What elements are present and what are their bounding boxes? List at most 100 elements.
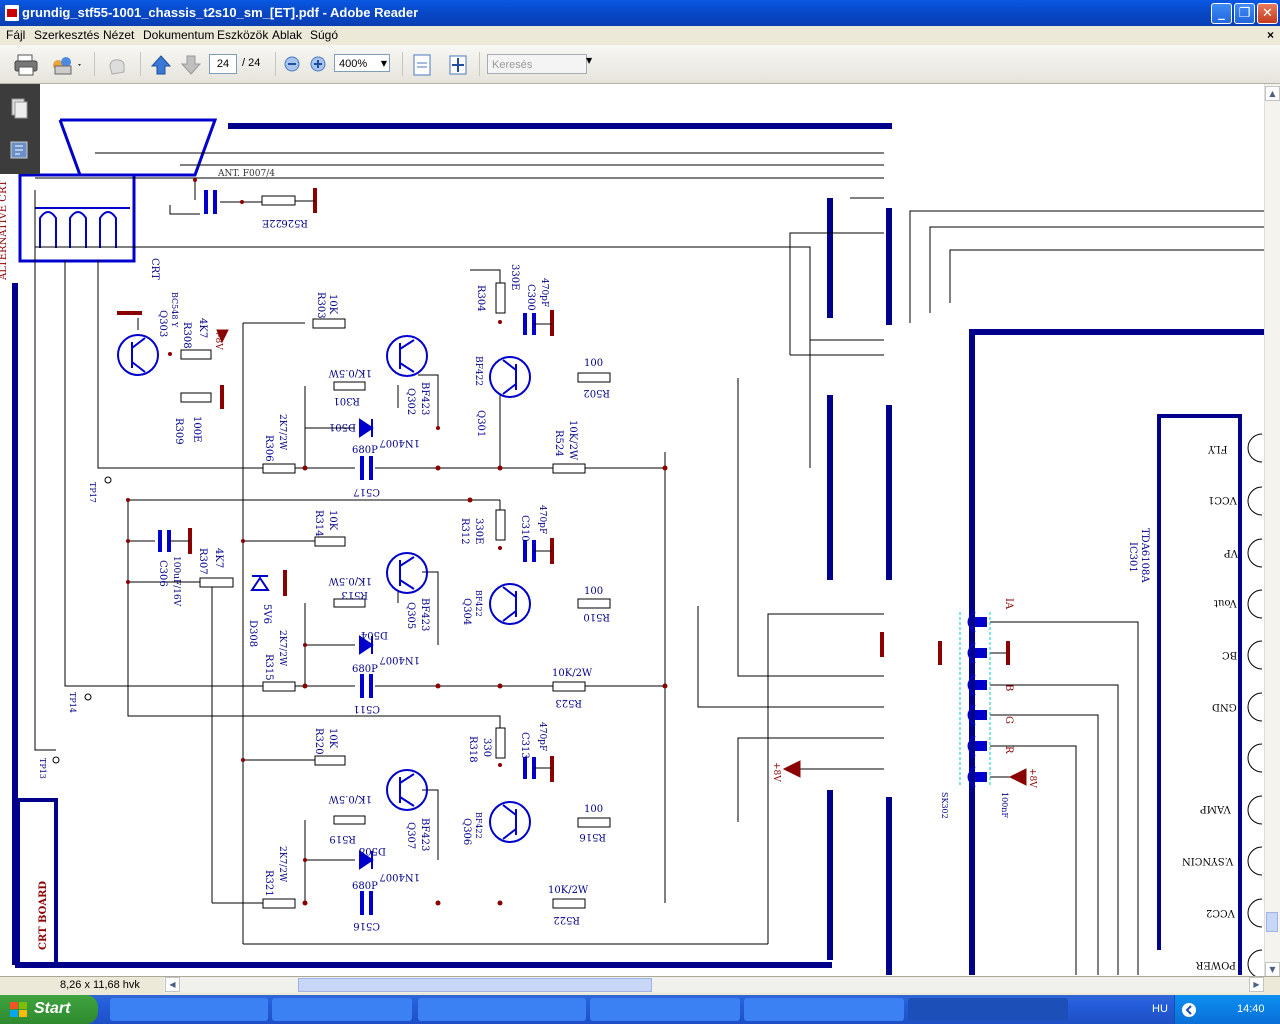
label-c306-value: 100uF/16V bbox=[171, 556, 181, 607]
label-c300: C300 bbox=[525, 284, 536, 311]
label-r502-value: 100 bbox=[584, 358, 603, 369]
windows-flag-icon bbox=[10, 1002, 27, 1017]
maximize-button[interactable]: ❐ bbox=[1234, 3, 1255, 24]
menu-tools[interactable]: Eszközök bbox=[217, 28, 268, 42]
ic-pin-vamp: VAMP bbox=[1200, 803, 1232, 814]
taskbar-item-active[interactable] bbox=[908, 998, 1068, 1021]
taskbar-item[interactable] bbox=[590, 998, 740, 1021]
title-bar: grundig_stf55-1001_chassis_t2s10_sm_[ET]… bbox=[0, 0, 1280, 26]
menu-view[interactable]: Nézet bbox=[103, 28, 134, 42]
label-r321: R321 bbox=[263, 870, 274, 897]
label-r304-value: 330E bbox=[509, 264, 520, 290]
label-q302-part: BF423 bbox=[419, 382, 430, 415]
taskbar-item[interactable] bbox=[110, 998, 268, 1021]
minimize-button[interactable]: _ bbox=[1211, 3, 1232, 24]
label-r318: R318 bbox=[467, 736, 478, 763]
taskbar-item[interactable] bbox=[744, 998, 904, 1021]
label-c516-value: 680P bbox=[352, 881, 378, 892]
scroll-left-button[interactable]: ◀ bbox=[165, 977, 180, 992]
bookmarks-panel-icon[interactable] bbox=[8, 138, 30, 162]
close-document-icon[interactable]: × bbox=[1267, 28, 1274, 42]
label-r513-value: 1K/0.5W bbox=[328, 575, 372, 586]
label-crt-board: CRT BOARD bbox=[38, 881, 49, 950]
label-r315: R315 bbox=[263, 654, 274, 681]
ic-pin-bc: BC bbox=[1222, 649, 1238, 660]
hand-tool-icon[interactable] bbox=[104, 52, 130, 78]
label-q301: Q301 bbox=[475, 410, 486, 437]
label-r309-value: 100E bbox=[191, 416, 202, 442]
schematic-drawing: ALTERNATIVE CRT CRT CRT BOARD ANT. F007/… bbox=[0, 118, 1264, 976]
zoom-dropdown-arrow[interactable]: ▼ bbox=[378, 56, 390, 72]
taskbar-item[interactable] bbox=[418, 998, 586, 1021]
fit-width-icon[interactable] bbox=[446, 53, 470, 77]
vertical-scroll-thumb[interactable] bbox=[1266, 912, 1278, 932]
label-q301-part: BF422 bbox=[473, 356, 483, 386]
label-plus8v-q303: +8V bbox=[213, 330, 223, 350]
ic-pin-gnd: GND bbox=[1212, 701, 1237, 712]
label-r307: R307 bbox=[197, 548, 208, 575]
label-q304: Q304 bbox=[461, 598, 472, 625]
label-sk302: SK302 bbox=[940, 792, 949, 819]
search-input[interactable]: Keresés bbox=[487, 54, 587, 74]
label-r526-value: 22E bbox=[262, 217, 282, 228]
zoom-out-icon[interactable] bbox=[283, 55, 301, 73]
menu-file[interactable]: Fájl bbox=[6, 28, 25, 42]
label-r519: R519 bbox=[329, 833, 356, 844]
ic-pin-vsyncin: V.SYNCIN bbox=[1182, 855, 1234, 866]
label-q303-part: BC548 Y bbox=[170, 292, 179, 328]
label-r318-value: 330 bbox=[481, 738, 492, 757]
page-number-input[interactable]: 24 bbox=[209, 54, 237, 74]
taskbar-item[interactable] bbox=[272, 998, 412, 1021]
tray-chevron-icon[interactable] bbox=[1181, 1002, 1197, 1018]
label-d508: D508 bbox=[359, 845, 386, 856]
label-q306: Q306 bbox=[461, 818, 472, 845]
menu-document[interactable]: Dokumentum bbox=[143, 28, 214, 42]
search-dropdown-arrow[interactable]: ▼ bbox=[586, 56, 592, 65]
label-r516: R516 bbox=[579, 831, 606, 842]
ic-pin-vcc2: VCC2 bbox=[1206, 907, 1236, 918]
label-c517: C517 bbox=[353, 486, 380, 497]
scroll-right-button[interactable]: ▶ bbox=[1249, 977, 1264, 992]
document-view[interactable]: ALTERNATIVE CRT CRT CRT BOARD ANT. F007/… bbox=[0, 84, 1264, 976]
label-r524-value: 10K/2W bbox=[567, 420, 578, 461]
label-r303: R303 bbox=[315, 292, 326, 319]
label-alternative-crt: ALTERNATIVE CRT bbox=[0, 180, 9, 281]
label-d501-part: 1N4007 bbox=[379, 437, 420, 448]
label-r312: R312 bbox=[459, 518, 470, 545]
horizontal-scroll-thumb[interactable] bbox=[298, 978, 652, 992]
label-ic301: IC301 bbox=[1127, 542, 1138, 573]
window-title: grundig_stf55-1001_chassis_t2s10_sm_[ET]… bbox=[22, 5, 419, 20]
label-plus8v-left: +8V bbox=[771, 762, 781, 782]
scroll-up-button[interactable]: ▲ bbox=[1265, 86, 1280, 101]
print-icon[interactable] bbox=[14, 53, 40, 77]
label-r510: R510 bbox=[583, 611, 610, 622]
label-pin-ia: IA bbox=[1003, 598, 1014, 610]
zoom-in-icon[interactable] bbox=[309, 55, 327, 73]
label-q307: Q307 bbox=[405, 822, 416, 849]
language-indicator[interactable]: HU bbox=[1152, 1003, 1168, 1015]
ic-pin-vp: VP bbox=[1224, 547, 1239, 558]
label-q302: Q302 bbox=[405, 388, 416, 415]
label-d308-part: 5V6 bbox=[261, 604, 272, 624]
previous-page-icon[interactable] bbox=[150, 54, 172, 76]
start-button[interactable]: Start bbox=[0, 995, 98, 1024]
pages-panel-icon[interactable] bbox=[8, 96, 30, 120]
menu-edit[interactable]: Szerkesztés bbox=[34, 28, 99, 42]
next-page-icon[interactable] bbox=[180, 54, 202, 76]
close-button[interactable]: ✕ bbox=[1257, 3, 1278, 24]
page-size-label: 8,26 x 11,68 hvk bbox=[60, 979, 140, 991]
ic-pin-fly: FLY bbox=[1208, 443, 1228, 454]
label-r510-value: 100 bbox=[584, 586, 603, 597]
scroll-down-button[interactable]: ▼ bbox=[1265, 962, 1280, 977]
vertical-scrollbar[interactable] bbox=[1264, 84, 1280, 976]
label-r309: R309 bbox=[173, 418, 184, 445]
collaborate-icon[interactable] bbox=[50, 53, 84, 77]
label-q304-part: BF422 bbox=[474, 590, 483, 617]
menu-window[interactable]: Ablak bbox=[272, 28, 302, 42]
menu-help[interactable]: Súgó bbox=[310, 28, 338, 42]
navigation-pane bbox=[0, 84, 40, 174]
label-r304: R304 bbox=[475, 285, 486, 312]
pdf-file-icon bbox=[5, 5, 19, 21]
fit-page-icon[interactable] bbox=[411, 53, 433, 77]
label-ic301-part: TDA6108A bbox=[1139, 528, 1150, 583]
